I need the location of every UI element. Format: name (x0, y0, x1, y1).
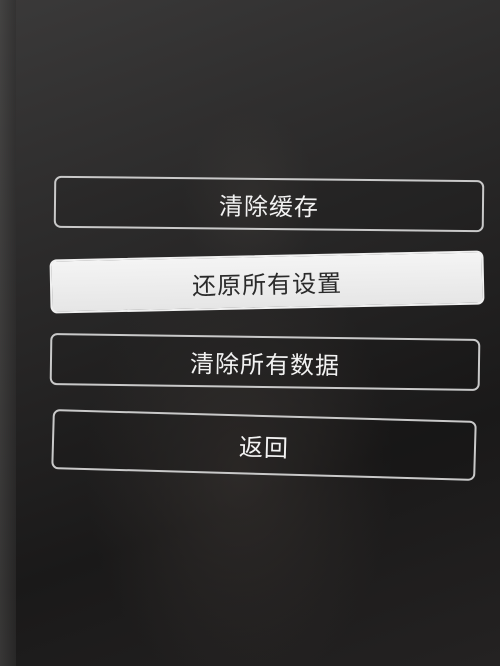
restore-all-settings-label: 还原所有设置 (191, 268, 343, 301)
clear-all-data-button[interactable]: 清除所有数据 (49, 333, 481, 391)
back-label: 返回 (238, 432, 290, 463)
device-screen: 清除缓存 还原所有设置 清除所有数据 返回 (0, 0, 500, 666)
clear-all-data-label: 清除所有数据 (189, 349, 341, 380)
restore-all-settings-button[interactable]: 还原所有设置 (49, 250, 485, 314)
clear-cache-label: 清除缓存 (218, 191, 320, 222)
reset-options-menu: 清除缓存 还原所有设置 清除所有数据 返回 (0, 0, 500, 666)
back-button[interactable]: 返回 (51, 409, 477, 481)
clear-cache-button[interactable]: 清除缓存 (53, 175, 485, 233)
